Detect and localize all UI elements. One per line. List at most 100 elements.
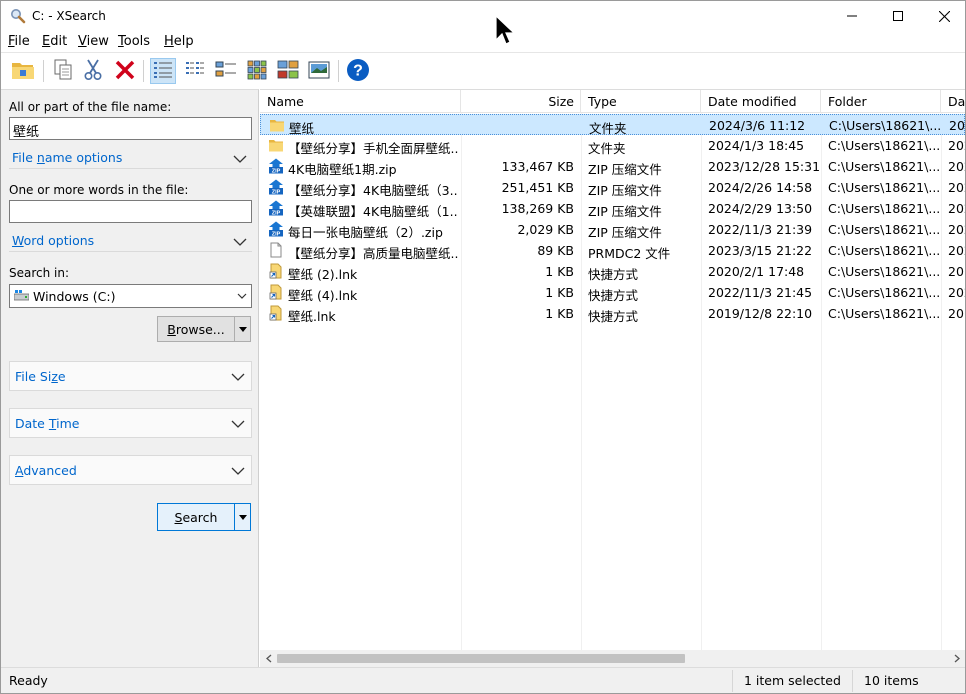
date-time-text: ime: [56, 416, 80, 431]
filename-label: All or part of the file name:: [9, 100, 172, 114]
cell-name: 壁纸 (2).lnk: [288, 267, 358, 282]
list-view-button[interactable]: [182, 58, 208, 84]
menu-view[interactable]: View: [78, 34, 109, 49]
chevron-down-icon[interactable]: [233, 237, 247, 247]
table-row[interactable]: 【壁纸分享】手机全面屏壁纸... 文件夹 2024/1/3 18:45 C:\User…: [260, 135, 965, 156]
large-icons-view-button[interactable]: [244, 58, 270, 84]
browse-button[interactable]: Browse...: [157, 316, 251, 342]
filename-input[interactable]: 壁纸: [9, 117, 252, 140]
preview-view-button[interactable]: [306, 58, 332, 84]
copy-button[interactable]: [50, 58, 76, 84]
cell-dat: 201: [948, 306, 965, 321]
cell-folder: C:\Users\18621\...: [829, 118, 941, 133]
thumbnails-view-button[interactable]: [275, 58, 301, 84]
large-icons-view-icon: [247, 60, 267, 83]
menu-tools[interactable]: Tools: [118, 34, 150, 49]
cell-name: 【壁纸分享】4K电脑壁纸（3...: [288, 183, 458, 198]
menu-help[interactable]: Help: [164, 34, 194, 49]
chevron-left-icon: [265, 654, 271, 663]
chevron-down-icon: [237, 293, 247, 299]
delete-icon: [115, 60, 135, 83]
table-row[interactable]: 壁纸文件夹2024/3/6 11:12C:\Users\18621\...202: [260, 114, 965, 136]
folder-icon: [269, 117, 285, 133]
small-icons-view-button[interactable]: [213, 58, 239, 84]
toolbar: ?: [1, 52, 965, 89]
column-header-type[interactable]: Type: [581, 90, 701, 113]
cell-folder: C:\Users\18621\...: [828, 306, 940, 321]
column-header-date[interactable]: Dat: [941, 90, 965, 113]
drive-icon: [14, 290, 29, 301]
close-button[interactable]: [921, 1, 966, 31]
table-row[interactable]: 【壁纸分享】高质量电脑壁纸... 89 KB PRMDC2 文件 2023/3/15 …: [260, 240, 965, 261]
column-header-name[interactable]: Name: [260, 90, 461, 113]
cell-type: 快捷方式: [588, 288, 639, 303]
table-row[interactable]: 壁纸 (4).lnk 1 KB 快捷方式 2022/11/3 21:45 C:\User…: [260, 282, 965, 303]
zip-icon: ZIP: [268, 158, 284, 175]
status-bar: Ready 1 item selected 10 items: [1, 667, 965, 693]
search-panel: All or part of the file name: 壁纸 File na…: [1, 89, 259, 667]
maximize-button[interactable]: [875, 1, 921, 31]
results-list[interactable]: Name Size Type Date modified Folder Dat …: [260, 89, 965, 667]
cell-type: ZIP 压缩文件: [588, 162, 662, 177]
cell-dat: 202: [948, 159, 965, 174]
horizontal-scrollbar[interactable]: [260, 650, 965, 667]
scrollbar-thumb[interactable]: [277, 654, 685, 663]
cell-name: 【壁纸分享】手机全面屏壁纸...: [288, 141, 458, 156]
file-size-text: File Si: [15, 369, 52, 384]
advanced-section[interactable]: Advanced: [9, 455, 252, 485]
search-in-combo[interactable]: Windows (C:): [9, 284, 252, 308]
cell-dat: 202: [948, 243, 965, 258]
table-row[interactable]: ZIP 【壁纸分享】4K电脑壁纸（3... 251,451 KB ZIP 压缩文件 20…: [260, 177, 965, 198]
browse-button-label[interactable]: Browse...: [158, 317, 234, 341]
cut-button[interactable]: [80, 58, 106, 84]
open-folder-button[interactable]: [10, 58, 36, 84]
table-row[interactable]: ZIP 【英雄联盟】4K电脑壁纸（1... 138,269 KB ZIP 压缩文件 20…: [260, 198, 965, 219]
cell-date: 2023/3/15 21:22: [708, 243, 813, 258]
browse-accel: B: [167, 321, 176, 337]
details-view-button[interactable]: [150, 58, 176, 84]
search-accel: S: [174, 509, 183, 525]
title-bar[interactable]: C: - XSearch: [1, 1, 965, 31]
cell-type: 快捷方式: [588, 267, 639, 282]
cell-name: 【壁纸分享】高质量电脑壁纸...: [288, 246, 458, 261]
search-dropdown-arrow[interactable]: [235, 504, 251, 530]
table-row[interactable]: ZIP 4K电脑壁纸1期.zip 133,467 KB ZIP 压缩文件 2023/12…: [260, 156, 965, 177]
date-time-section[interactable]: Date Time: [9, 408, 252, 438]
column-header-size[interactable]: Size: [461, 90, 581, 113]
search-button[interactable]: Search: [157, 503, 251, 531]
cell-date: 2024/3/6 11:12: [709, 118, 806, 133]
menu-file[interactable]: File: [8, 34, 30, 49]
file-size-section[interactable]: File Size: [9, 361, 252, 391]
delete-button[interactable]: [112, 58, 138, 84]
divider: [9, 251, 252, 252]
mouse-cursor-icon: [495, 15, 515, 45]
chevron-down-icon[interactable]: [233, 154, 247, 164]
file-name-options-link[interactable]: File name options: [12, 150, 122, 165]
scroll-right-arrow[interactable]: [948, 650, 965, 667]
browse-dropdown-arrow[interactable]: [235, 317, 251, 341]
cell-folder: C:\Users\18621\...: [828, 201, 940, 216]
cell-type: ZIP 压缩文件: [588, 225, 662, 240]
words-input[interactable]: [9, 200, 252, 223]
table-row[interactable]: 壁纸.lnk 1 KB 快捷方式 2019/12/8 22:10 C:\Users\18…: [260, 303, 965, 324]
table-row[interactable]: ZIP 每日一张电脑壁纸（2）.zip 2,029 KB ZIP 压缩文件 2022/1…: [260, 219, 965, 240]
menu-help-accel: H: [164, 34, 174, 49]
cell-folder: C:\Users\18621\...: [828, 222, 940, 237]
help-button[interactable]: ?: [345, 58, 371, 84]
search-button-label[interactable]: Search: [158, 504, 234, 530]
word-options-link[interactable]: Word options: [12, 233, 94, 248]
column-header-date-modified[interactable]: Date modified: [701, 90, 821, 113]
cell-dat: 202: [948, 180, 965, 195]
chevron-down-icon: [231, 467, 245, 475]
table-row[interactable]: 壁纸 (2).lnk 1 KB 快捷方式 2020/2/1 17:48 C:\Users…: [260, 261, 965, 282]
scroll-left-arrow[interactable]: [260, 650, 277, 667]
cell-type: PRMDC2 文件: [588, 246, 671, 261]
list-view-icon: [185, 60, 205, 83]
column-header-folder[interactable]: Folder: [821, 90, 941, 113]
minimize-button[interactable]: [829, 1, 875, 31]
menu-edit-accel: E: [42, 34, 51, 49]
cell-type: 文件夹: [588, 141, 626, 156]
chevron-down-icon: [231, 420, 245, 428]
menu-edit[interactable]: Edit: [42, 34, 67, 49]
toolbar-separator: [338, 60, 339, 82]
